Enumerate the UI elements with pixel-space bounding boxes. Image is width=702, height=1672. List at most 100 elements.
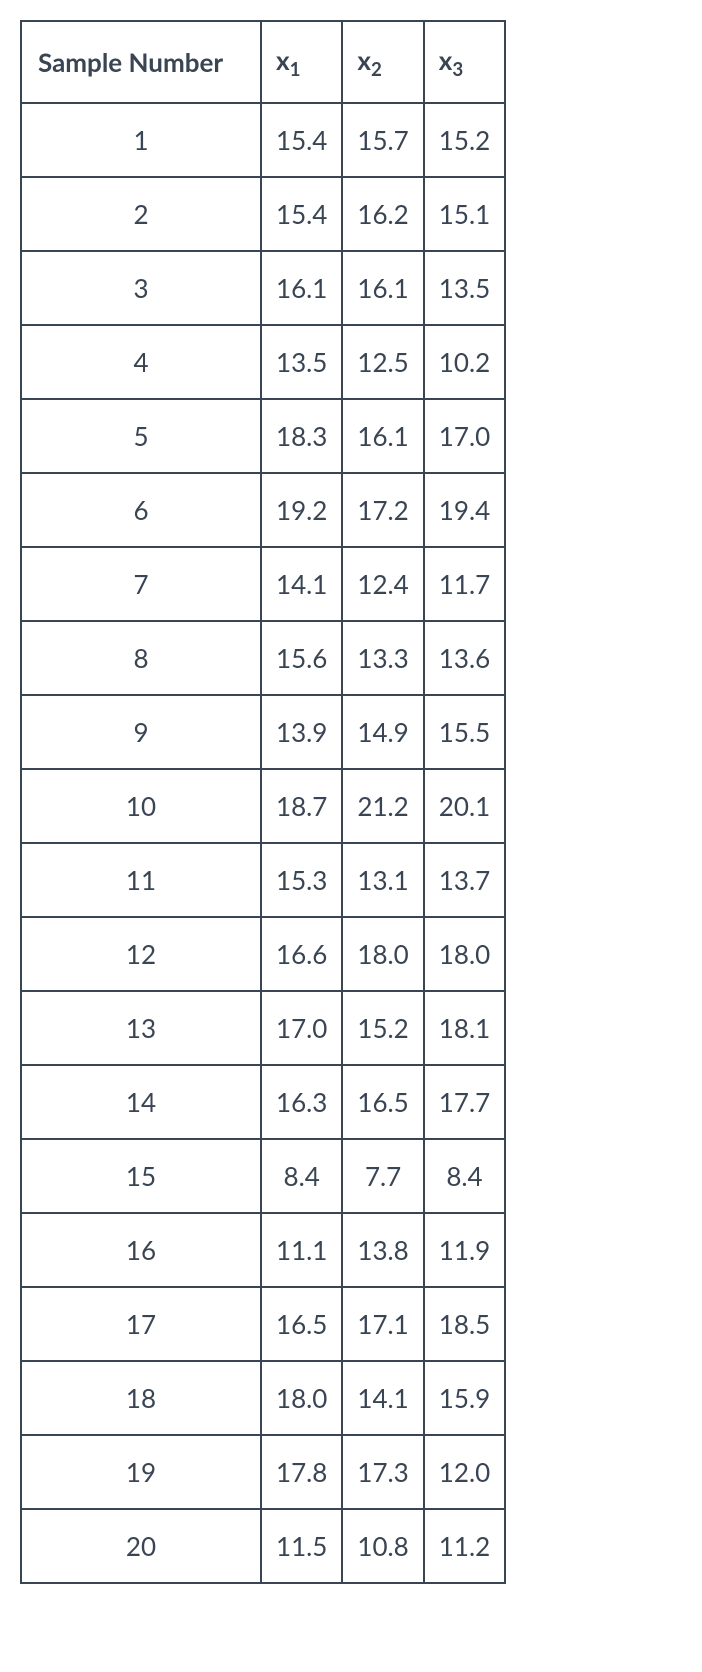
table-row: 1611.113.811.9 bbox=[21, 1213, 505, 1287]
cell-x3: 8.4 bbox=[424, 1139, 505, 1213]
cell-x2: 17.2 bbox=[342, 473, 423, 547]
table-row: 316.116.113.5 bbox=[21, 251, 505, 325]
table-row: 815.613.313.6 bbox=[21, 621, 505, 695]
cell-x3: 19.4 bbox=[424, 473, 505, 547]
cell-x2: 12.4 bbox=[342, 547, 423, 621]
cell-x3: 18.0 bbox=[424, 917, 505, 991]
cell-x3: 18.5 bbox=[424, 1287, 505, 1361]
cell-x1: 16.5 bbox=[261, 1287, 342, 1361]
cell-x3: 11.9 bbox=[424, 1213, 505, 1287]
table-row: 1917.817.312.0 bbox=[21, 1435, 505, 1509]
cell-x2: 17.3 bbox=[342, 1435, 423, 1509]
cell-x1: 17.8 bbox=[261, 1435, 342, 1509]
cell-x2: 13.1 bbox=[342, 843, 423, 917]
cell-x1: 15.4 bbox=[261, 103, 342, 177]
cell-x3: 13.6 bbox=[424, 621, 505, 695]
cell-x2: 16.5 bbox=[342, 1065, 423, 1139]
cell-sample-number: 18 bbox=[21, 1361, 261, 1435]
cell-x1: 18.3 bbox=[261, 399, 342, 473]
table-row: 913.914.915.5 bbox=[21, 695, 505, 769]
cell-sample-number: 1 bbox=[21, 103, 261, 177]
cell-sample-number: 7 bbox=[21, 547, 261, 621]
cell-sample-number: 15 bbox=[21, 1139, 261, 1213]
cell-x1: 13.9 bbox=[261, 695, 342, 769]
header-sample-number: Sample Number bbox=[21, 21, 261, 103]
cell-x3: 13.7 bbox=[424, 843, 505, 917]
cell-x2: 17.1 bbox=[342, 1287, 423, 1361]
table-row: 1716.517.118.5 bbox=[21, 1287, 505, 1361]
header-x2: x2 bbox=[342, 21, 423, 103]
cell-x2: 18.0 bbox=[342, 917, 423, 991]
cell-x2: 13.3 bbox=[342, 621, 423, 695]
table-row: 619.217.219.4 bbox=[21, 473, 505, 547]
cell-sample-number: 3 bbox=[21, 251, 261, 325]
cell-sample-number: 12 bbox=[21, 917, 261, 991]
cell-x1: 18.7 bbox=[261, 769, 342, 843]
cell-sample-number: 8 bbox=[21, 621, 261, 695]
cell-x1: 16.3 bbox=[261, 1065, 342, 1139]
table-row: 115.415.715.2 bbox=[21, 103, 505, 177]
data-table: Sample Number x1 x2 x3 115.415.715.2215.… bbox=[20, 20, 506, 1584]
cell-sample-number: 11 bbox=[21, 843, 261, 917]
cell-x3: 15.9 bbox=[424, 1361, 505, 1435]
table-row: 2011.510.811.2 bbox=[21, 1509, 505, 1583]
cell-x2: 7.7 bbox=[342, 1139, 423, 1213]
cell-x2: 16.2 bbox=[342, 177, 423, 251]
cell-x2: 13.8 bbox=[342, 1213, 423, 1287]
cell-x1: 15.4 bbox=[261, 177, 342, 251]
cell-sample-number: 20 bbox=[21, 1509, 261, 1583]
cell-x3: 11.2 bbox=[424, 1509, 505, 1583]
cell-x3: 20.1 bbox=[424, 769, 505, 843]
table-row: 413.512.510.2 bbox=[21, 325, 505, 399]
cell-x1: 17.0 bbox=[261, 991, 342, 1065]
table-row: 215.416.215.1 bbox=[21, 177, 505, 251]
cell-x3: 15.5 bbox=[424, 695, 505, 769]
cell-x1: 11.1 bbox=[261, 1213, 342, 1287]
header-x3: x3 bbox=[424, 21, 505, 103]
table-row: 714.112.411.7 bbox=[21, 547, 505, 621]
table-row: 158.47.78.4 bbox=[21, 1139, 505, 1213]
cell-x2: 21.2 bbox=[342, 769, 423, 843]
table-row: 1416.316.517.7 bbox=[21, 1065, 505, 1139]
table-row: 518.316.117.0 bbox=[21, 399, 505, 473]
cell-x1: 8.4 bbox=[261, 1139, 342, 1213]
cell-sample-number: 13 bbox=[21, 991, 261, 1065]
table-row: 1818.014.115.9 bbox=[21, 1361, 505, 1435]
cell-sample-number: 4 bbox=[21, 325, 261, 399]
cell-sample-number: 6 bbox=[21, 473, 261, 547]
cell-sample-number: 5 bbox=[21, 399, 261, 473]
cell-x1: 18.0 bbox=[261, 1361, 342, 1435]
cell-x3: 11.7 bbox=[424, 547, 505, 621]
cell-x3: 18.1 bbox=[424, 991, 505, 1065]
cell-x3: 15.1 bbox=[424, 177, 505, 251]
table-row: 1216.618.018.0 bbox=[21, 917, 505, 991]
cell-sample-number: 14 bbox=[21, 1065, 261, 1139]
cell-x1: 11.5 bbox=[261, 1509, 342, 1583]
cell-x1: 19.2 bbox=[261, 473, 342, 547]
cell-x1: 14.1 bbox=[261, 547, 342, 621]
cell-sample-number: 9 bbox=[21, 695, 261, 769]
cell-x3: 17.0 bbox=[424, 399, 505, 473]
cell-x1: 13.5 bbox=[261, 325, 342, 399]
cell-x2: 14.9 bbox=[342, 695, 423, 769]
cell-x2: 12.5 bbox=[342, 325, 423, 399]
cell-sample-number: 19 bbox=[21, 1435, 261, 1509]
cell-sample-number: 17 bbox=[21, 1287, 261, 1361]
cell-x3: 15.2 bbox=[424, 103, 505, 177]
table-row: 1115.313.113.7 bbox=[21, 843, 505, 917]
cell-sample-number: 16 bbox=[21, 1213, 261, 1287]
cell-x2: 14.1 bbox=[342, 1361, 423, 1435]
cell-x2: 16.1 bbox=[342, 251, 423, 325]
header-row: Sample Number x1 x2 x3 bbox=[21, 21, 505, 103]
cell-x3: 17.7 bbox=[424, 1065, 505, 1139]
table-row: 1018.721.220.1 bbox=[21, 769, 505, 843]
cell-x3: 13.5 bbox=[424, 251, 505, 325]
cell-x3: 10.2 bbox=[424, 325, 505, 399]
cell-x1: 15.3 bbox=[261, 843, 342, 917]
cell-x2: 10.8 bbox=[342, 1509, 423, 1583]
cell-x1: 16.6 bbox=[261, 917, 342, 991]
cell-sample-number: 10 bbox=[21, 769, 261, 843]
cell-sample-number: 2 bbox=[21, 177, 261, 251]
header-x1: x1 bbox=[261, 21, 342, 103]
table-row: 1317.015.218.1 bbox=[21, 991, 505, 1065]
